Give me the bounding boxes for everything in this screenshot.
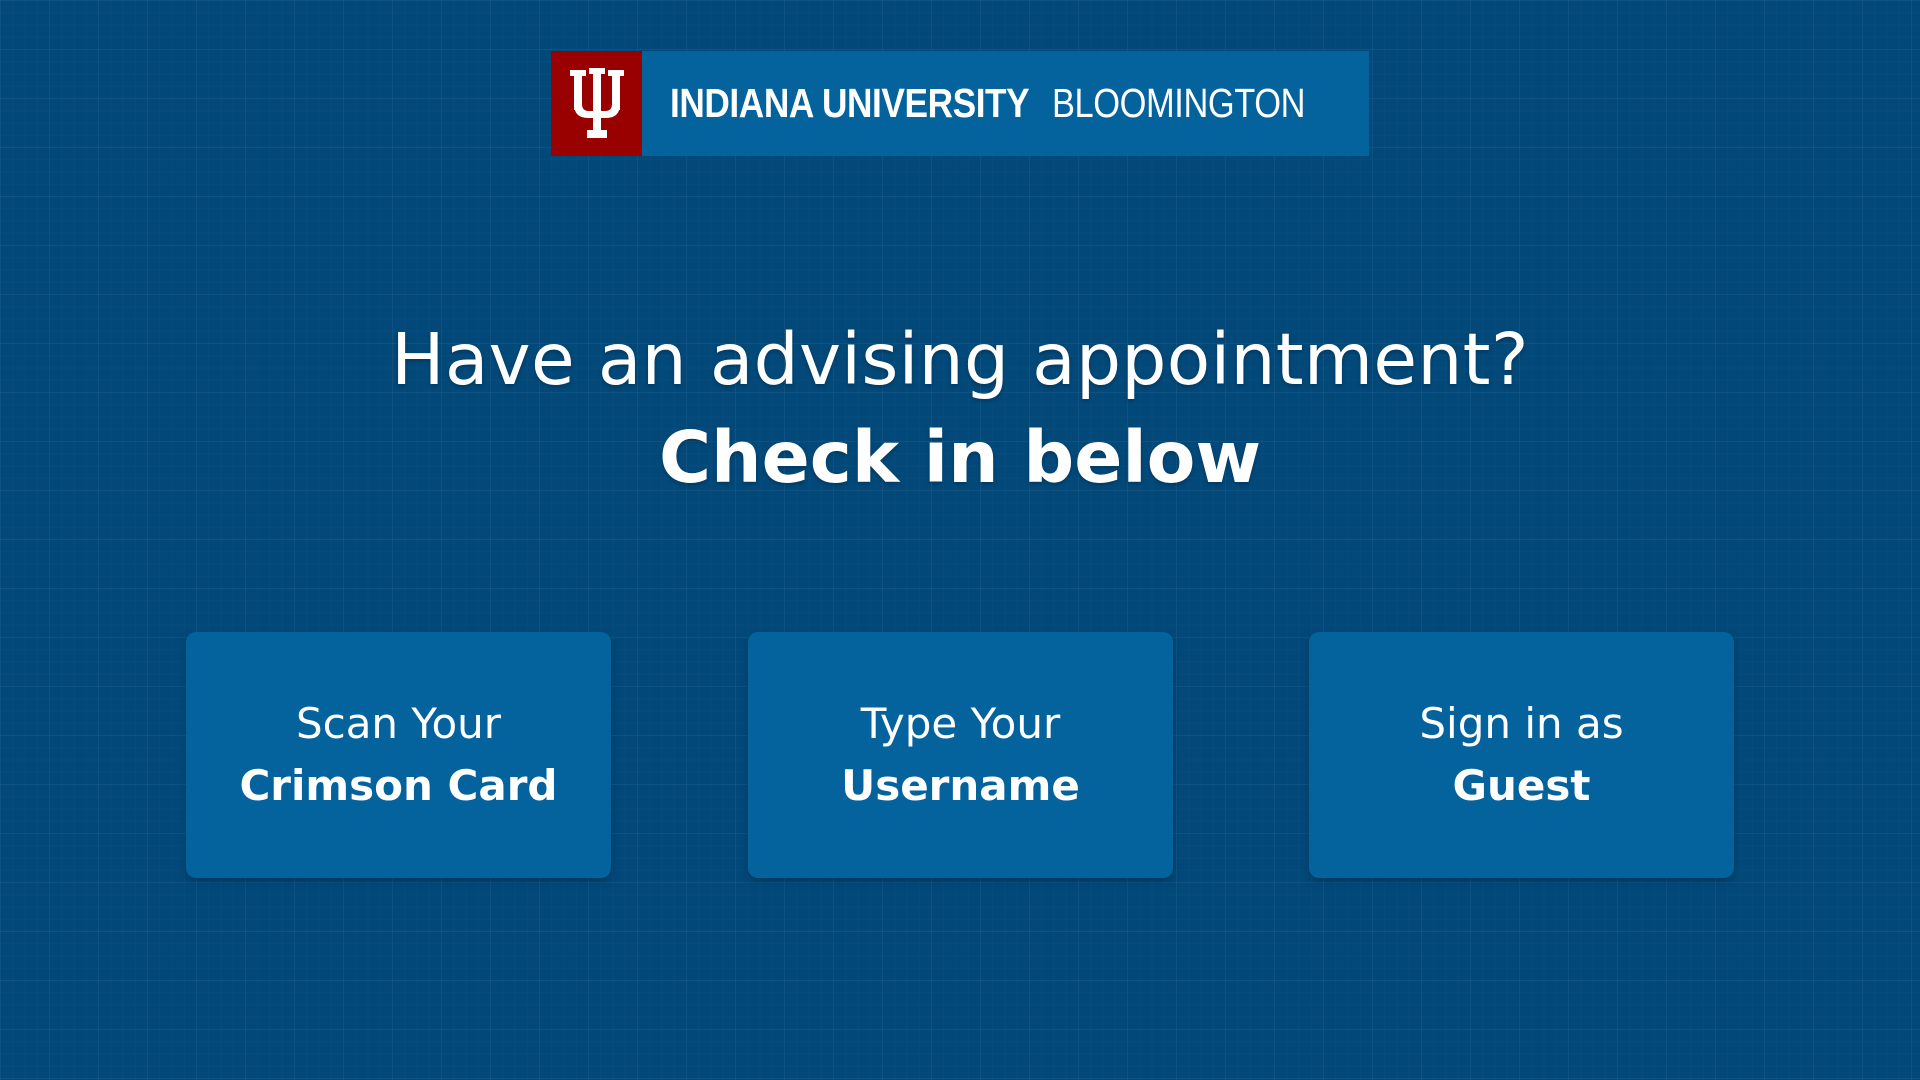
iu-trident-svg: [569, 67, 624, 138]
page-title: Have an advising appointment?: [391, 318, 1529, 401]
guest-button-label-line1: Sign in as: [1419, 699, 1624, 748]
guest-button-label-line2: Guest: [1452, 761, 1591, 810]
type-username-button[interactable]: Type Your Username: [748, 632, 1173, 878]
iu-trident-icon: [551, 51, 642, 156]
university-wordmark: INDIANA UNIVERSITY BLOOMINGTON: [642, 51, 1353, 156]
guest-sign-in-button[interactable]: Sign in as Guest: [1309, 632, 1734, 878]
wordmark-bloomington: BLOOMINGTON: [1051, 80, 1305, 126]
scan-button-label-line2: Crimson Card: [239, 761, 558, 810]
scan-crimson-card-button[interactable]: Scan Your Crimson Card: [186, 632, 611, 878]
type-button-label-line1: Type Your: [860, 699, 1061, 748]
scan-button-label-line1: Scan Your: [295, 699, 502, 748]
type-button-label-line2: Username: [841, 761, 1080, 810]
wordmark-indiana-university: INDIANA UNIVERSITY: [670, 80, 1030, 126]
university-logo-bar: INDIANA UNIVERSITY BLOOMINGTON: [551, 51, 1369, 156]
page-subtitle: Check in below: [658, 416, 1262, 499]
